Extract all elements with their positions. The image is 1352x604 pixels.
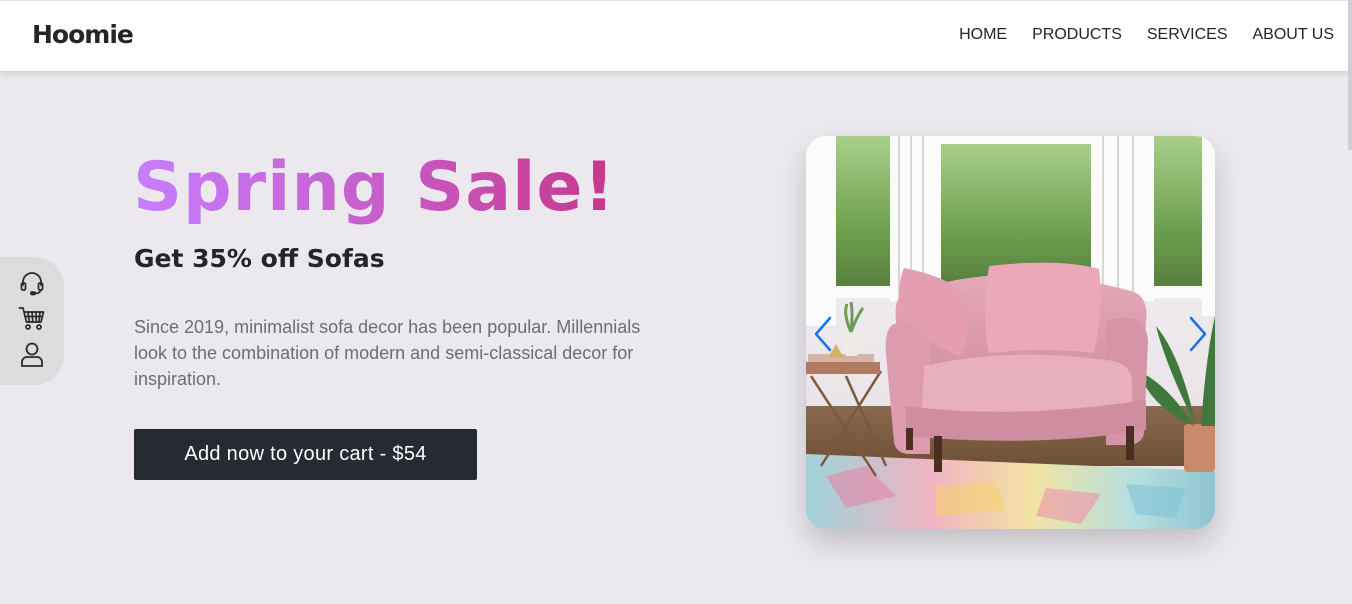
user-icon[interactable] [18, 340, 46, 368]
hero-headline: Spring Sale! [133, 146, 616, 230]
chevron-right-icon[interactable] [1185, 316, 1209, 352]
hero-subheadline: Get 35% off Sofas [134, 244, 385, 273]
nav-services[interactable]: SERVICES [1147, 26, 1228, 44]
pink-armchair-photo [806, 136, 1215, 529]
nav-home[interactable]: HOME [959, 26, 1007, 44]
scrollbar[interactable] [1348, 0, 1352, 150]
chevron-left-icon[interactable] [812, 316, 836, 352]
cart-icon[interactable] [18, 304, 46, 332]
top-navbar: Hoomie HOME PRODUCTS SERVICES ABOUT US [0, 0, 1352, 71]
nav-products[interactable]: PRODUCTS [1032, 26, 1122, 44]
headset-icon[interactable] [18, 269, 46, 297]
product-carousel [806, 136, 1215, 529]
main-nav: HOME PRODUCTS SERVICES ABOUT US [959, 26, 1334, 44]
nav-about-us[interactable]: ABOUT US [1253, 26, 1335, 44]
brand-logo[interactable]: Hoomie [32, 20, 134, 49]
side-dock [0, 257, 64, 385]
hero-description: Since 2019, minimalist sofa decor has be… [134, 317, 641, 389]
add-to-cart-button[interactable]: Add now to your cart - $54 [134, 429, 477, 480]
